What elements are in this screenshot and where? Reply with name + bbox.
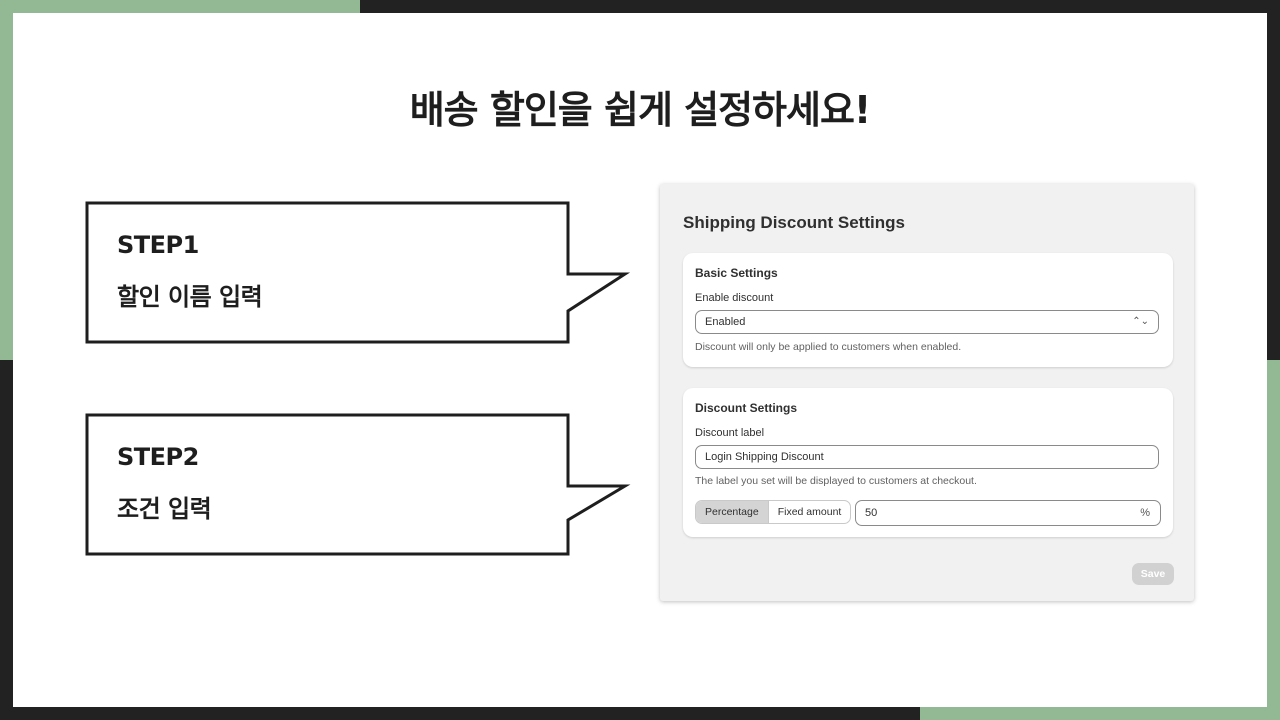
speech-bubble-shape: [85, 413, 631, 556]
option-percentage[interactable]: Percentage: [696, 501, 769, 523]
callout-step1: STEP1 할인 이름 입력: [85, 201, 643, 344]
step-description: 조건 입력: [117, 495, 212, 523]
enable-discount-select[interactable]: Enabled ⌃⌄: [695, 310, 1159, 334]
callout-step2: STEP2 조건 입력: [85, 413, 643, 556]
step-label: STEP1: [117, 231, 199, 259]
chevron-up-down-icon: ⌃⌄: [1132, 316, 1149, 327]
discount-label-label: Discount label: [695, 427, 765, 439]
basic-settings-card: Basic Settings Enable discount Enabled ⌃…: [683, 253, 1173, 367]
help-text: Discount will only be applied to custome…: [695, 341, 962, 353]
speech-bubble-shape: [85, 201, 631, 344]
save-button[interactable]: Save: [1132, 563, 1174, 585]
discount-label-input[interactable]: Login Shipping Discount: [695, 445, 1159, 469]
option-fixed-amount[interactable]: Fixed amount: [769, 501, 851, 523]
panel-title: Shipping Discount Settings: [683, 213, 905, 232]
enable-discount-label: Enable discount: [695, 292, 774, 304]
step-label: STEP2: [117, 443, 199, 471]
percent-suffix: %: [1140, 507, 1150, 519]
select-value: Enabled: [705, 316, 746, 328]
card-title: Discount Settings: [695, 401, 798, 415]
help-text: The label you set will be displayed to c…: [695, 475, 977, 487]
headline: 배송 할인을 쉽게 설정하세요!: [409, 88, 872, 132]
amount-value: 50: [865, 507, 878, 519]
discount-settings-card: Discount Settings Discount label Login S…: [683, 388, 1173, 537]
discount-type-toggle: Percentage Fixed amount: [695, 500, 852, 524]
card-title: Basic Settings: [695, 266, 778, 280]
settings-panel: Shipping Discount Settings Basic Setting…: [660, 184, 1194, 601]
discount-amount-input[interactable]: 50 %: [855, 500, 1161, 526]
step-description: 할인 이름 입력: [117, 283, 263, 311]
